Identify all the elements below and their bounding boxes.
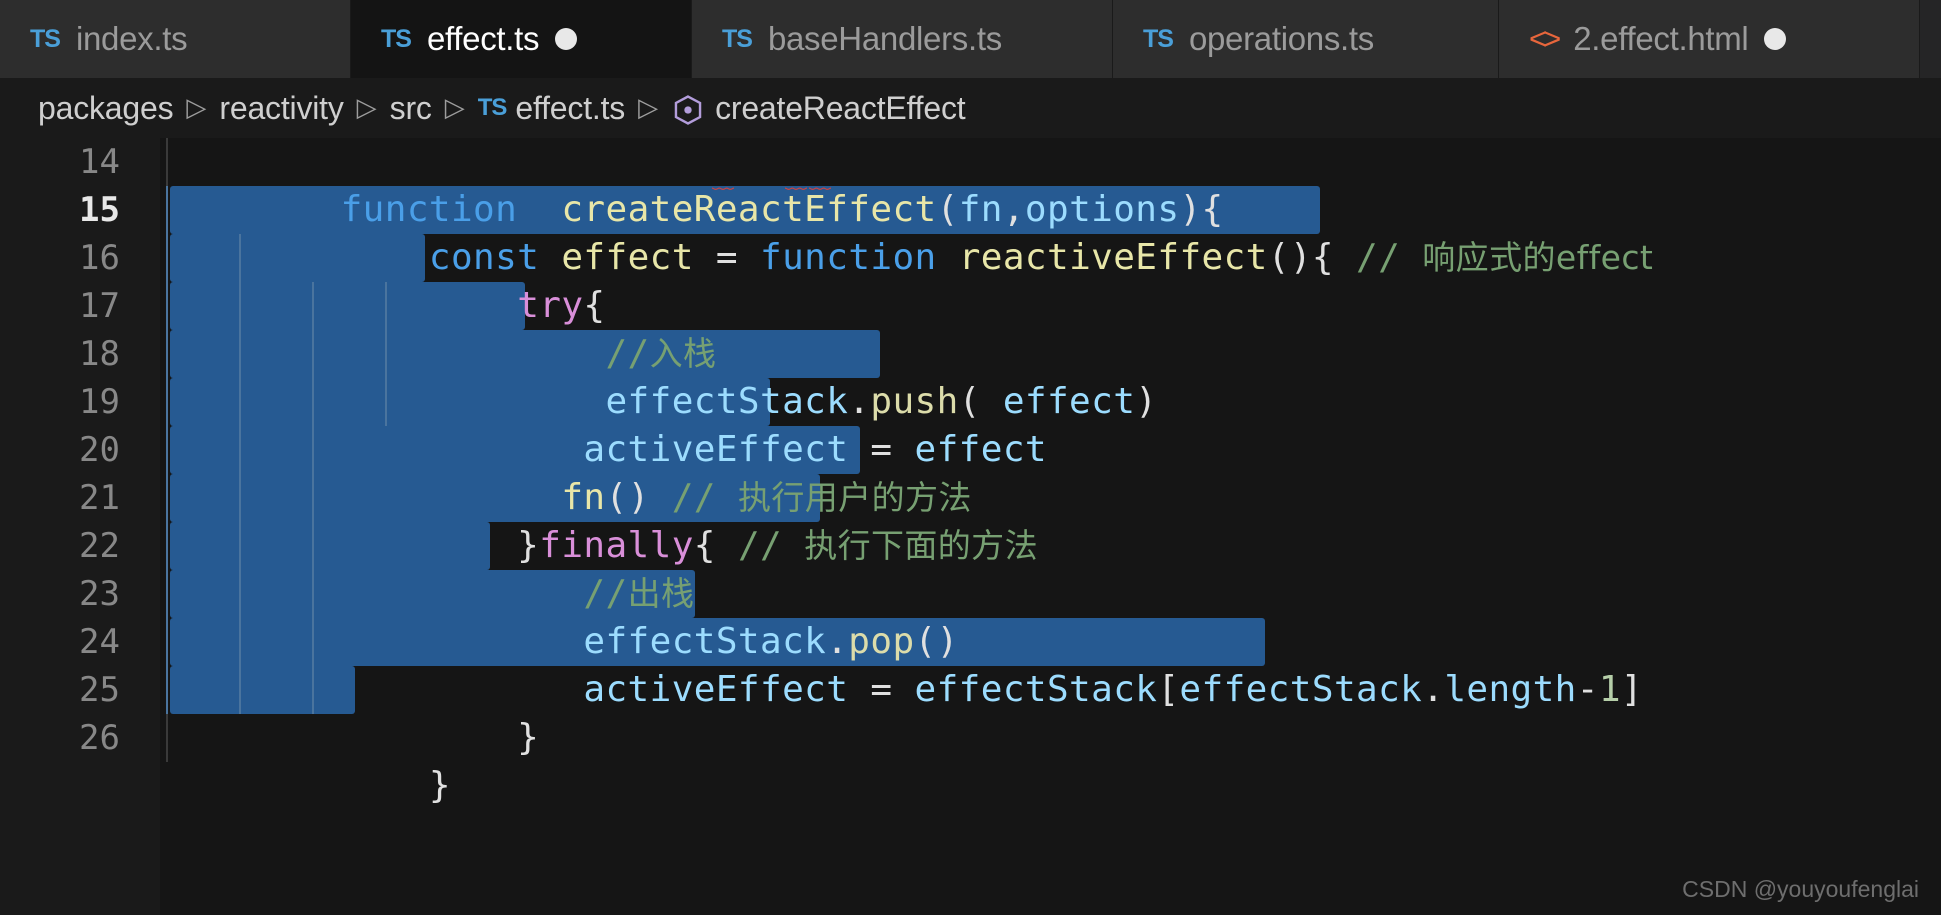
tab-dirty-indicator-icon[interactable]	[555, 28, 578, 50]
code-line-text: try{	[517, 285, 606, 326]
ts-file-icon: TS	[1143, 24, 1174, 53]
breadcrumb-item-src[interactable]: src	[390, 90, 432, 127]
chevron-right-icon: ▷	[356, 93, 377, 123]
chevron-right-icon: ▷	[638, 93, 659, 123]
tab-operations-ts[interactable]: TS operations.ts	[1113, 0, 1499, 78]
tab-label: index.ts	[75, 20, 188, 57]
ts-file-icon: TS	[722, 24, 753, 53]
code-line-text: activeEffect = effectStack[effectStack.l…	[583, 669, 1643, 710]
breadcrumb-item-packages[interactable]: packages	[38, 90, 174, 127]
breadcrumb-item-createReactEffect[interactable]: createReactEffect	[715, 90, 966, 127]
tab-label: operations.ts	[1188, 20, 1374, 57]
code-line-text: effectStack.push( effect)	[605, 381, 1158, 422]
tab-basehandlers-ts[interactable]: TS baseHandlers.ts	[692, 0, 1113, 78]
code-line-text: function createReactEffect(fn,options){	[340, 189, 1224, 230]
chevron-right-icon: ▷	[186, 93, 207, 123]
line-number: 16	[79, 238, 120, 278]
code-line-text: activeEffect = effect	[583, 429, 1047, 470]
symbol-method-icon	[671, 93, 705, 131]
line-number: 23	[79, 574, 120, 614]
breadcrumb-item-reactivity[interactable]: reactivity	[219, 90, 343, 127]
indent-guide	[166, 186, 168, 714]
vscode-editor-window: TS index.ts TS effect.ts TS baseHandlers…	[0, 0, 1941, 915]
chevron-right-icon: ▷	[444, 93, 465, 123]
line-number: 26	[79, 718, 120, 758]
line-number: 15	[79, 190, 120, 230]
ts-file-icon: TS	[477, 94, 508, 121]
ts-file-icon: TS	[381, 24, 412, 53]
line-number: 17	[79, 286, 120, 326]
selection-highlight	[170, 666, 355, 714]
line-number: 25	[79, 670, 120, 710]
code-line-text: //出栈	[583, 573, 695, 614]
html-file-icon: <>	[1529, 21, 1561, 56]
line-number: 18	[79, 334, 120, 374]
code-line-text: const effect = function reactiveEffect()…	[428, 237, 1654, 278]
tab-label: baseHandlers.ts	[767, 20, 1002, 57]
tab-label: effect.ts	[426, 20, 540, 57]
breadcrumb-item-effect-ts[interactable]: effect.ts	[515, 90, 625, 127]
editor-tab-bar: TS index.ts TS effect.ts TS baseHandlers…	[0, 0, 1941, 78]
breadcrumb: packages ▷ reactivity ▷ src ▷ TS effect.…	[0, 78, 1941, 138]
code-line-text: effectStack.pop()	[583, 621, 959, 662]
tab-dirty-indicator-icon[interactable]	[1764, 28, 1787, 50]
code-editor[interactable]: 14 15 16 17 18 19 20 21 22 23 24 25 26 f…	[0, 138, 1941, 915]
indent-guide	[166, 714, 168, 762]
code-line-text: //入栈	[605, 333, 717, 374]
line-number-gutter: 14 15 16 17 18 19 20 21 22 23 24 25 26	[0, 138, 160, 915]
ts-file-icon: TS	[30, 24, 61, 53]
line-number: 20	[79, 430, 120, 470]
error-squiggle: ﹏	[712, 169, 737, 194]
line-number: 21	[79, 478, 120, 518]
watermark: CSDN @youyoufenglai	[1682, 876, 1919, 902]
line-number: 22	[79, 526, 120, 566]
tab-effect-ts[interactable]: TS effect.ts	[351, 0, 692, 78]
tab-label: 2.effect.html	[1573, 20, 1749, 57]
code-line-text: }finally{ // 执行下面的方法	[340, 525, 1038, 566]
line-number: 14	[79, 142, 120, 182]
line-number: 24	[79, 622, 120, 662]
line-number: 19	[79, 382, 120, 422]
code-content[interactable]: function createReactEffect(fn,options){ …	[160, 138, 1941, 915]
code-line-text: fn() // 执行用户的方法	[561, 477, 972, 518]
code-line-text: }	[340, 765, 451, 806]
error-squiggle: ﹏﹏	[785, 169, 834, 194]
tab-2-effect-html[interactable]: <> 2.effect.html	[1499, 0, 1920, 78]
code-line-14[interactable]: function createReactEffect(fn,options){ …	[160, 138, 1224, 231]
indent-guide	[312, 282, 314, 714]
tab-index-ts[interactable]: TS index.ts	[0, 0, 351, 78]
indent-guide	[239, 234, 241, 714]
indent-guide	[166, 138, 168, 186]
code-line-text: }	[340, 717, 540, 758]
